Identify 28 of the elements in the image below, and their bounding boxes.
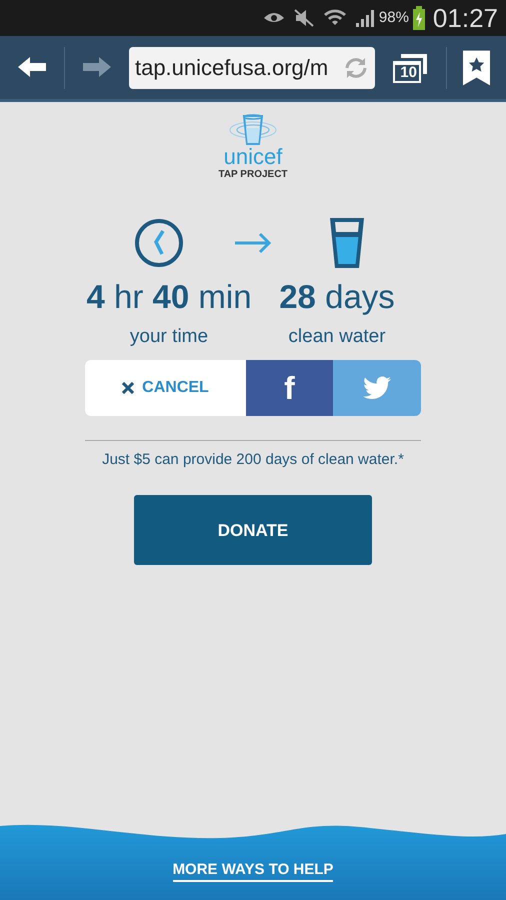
bird-icon	[363, 376, 391, 400]
clock-icon	[134, 218, 184, 268]
logo-subtitle: TAP PROJECT	[218, 168, 288, 181]
tabs-button[interactable]: 10	[391, 50, 430, 84]
water-glass-logo-icon	[228, 114, 278, 146]
close-icon	[122, 382, 134, 394]
stat-value: 4 hr 40 min	[86, 279, 252, 316]
url-field[interactable]: tap.unicefusa.org/m	[128, 46, 376, 88]
back-button[interactable]	[16, 55, 48, 80]
bookmark-icon[interactable]	[462, 50, 490, 86]
donation-note: Just $5 can provide 200 days of clean water.*	[101, 450, 405, 470]
facebook-share-button[interactable]: f	[246, 360, 333, 416]
stat-caption: your time	[130, 325, 208, 350]
battery-charging-icon	[412, 6, 425, 30]
battery-percent: 98%	[378, 8, 409, 28]
water-glass-icon	[327, 215, 367, 271]
clock-time: 01:27	[432, 2, 498, 34]
signal-icon	[354, 8, 375, 28]
stat-value: 28 days	[279, 279, 395, 316]
logo-wordmark: unicef	[224, 146, 282, 168]
mute-icon	[292, 8, 315, 28]
stat-caption: clean water	[288, 325, 386, 350]
arrow-icon	[233, 232, 273, 254]
more-ways-to-help-link[interactable]: MORE WAYS TO HELP	[172, 861, 334, 882]
donate-button[interactable]: DONATE	[134, 495, 372, 566]
eye-icon	[262, 11, 285, 25]
cancel-button[interactable]: CANCEL	[85, 360, 246, 416]
twitter-share-button[interactable]	[333, 360, 421, 416]
